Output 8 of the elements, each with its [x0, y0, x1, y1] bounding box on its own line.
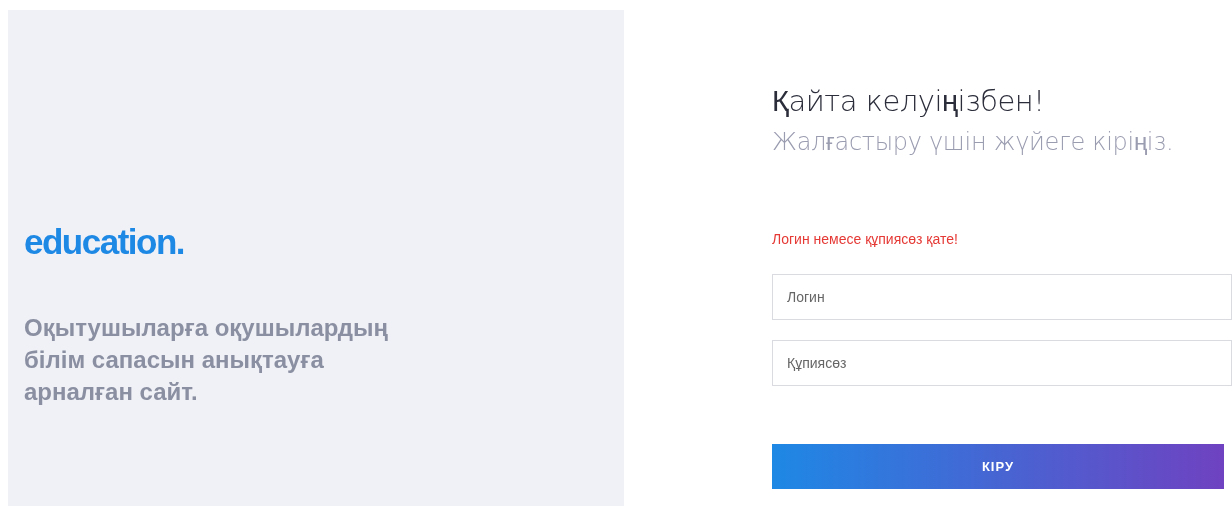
- site-logo: education.: [24, 222, 185, 262]
- login-field[interactable]: Логин: [772, 274, 1232, 320]
- error-message: Логин немесе құпиясөз қате!: [772, 231, 958, 247]
- password-field[interactable]: Құпиясөз: [772, 340, 1232, 386]
- tagline: Оқытушыларға оқушылардың білім сапасын анықтауға арналған сайт.: [24, 313, 390, 407]
- login-subtitle: Жалғастыру үшін жүйеге кіріңіз.: [772, 128, 1174, 156]
- welcome-title: Қайта келуіңізбен!: [772, 84, 1045, 118]
- login-button[interactable]: КІРУ: [772, 444, 1224, 489]
